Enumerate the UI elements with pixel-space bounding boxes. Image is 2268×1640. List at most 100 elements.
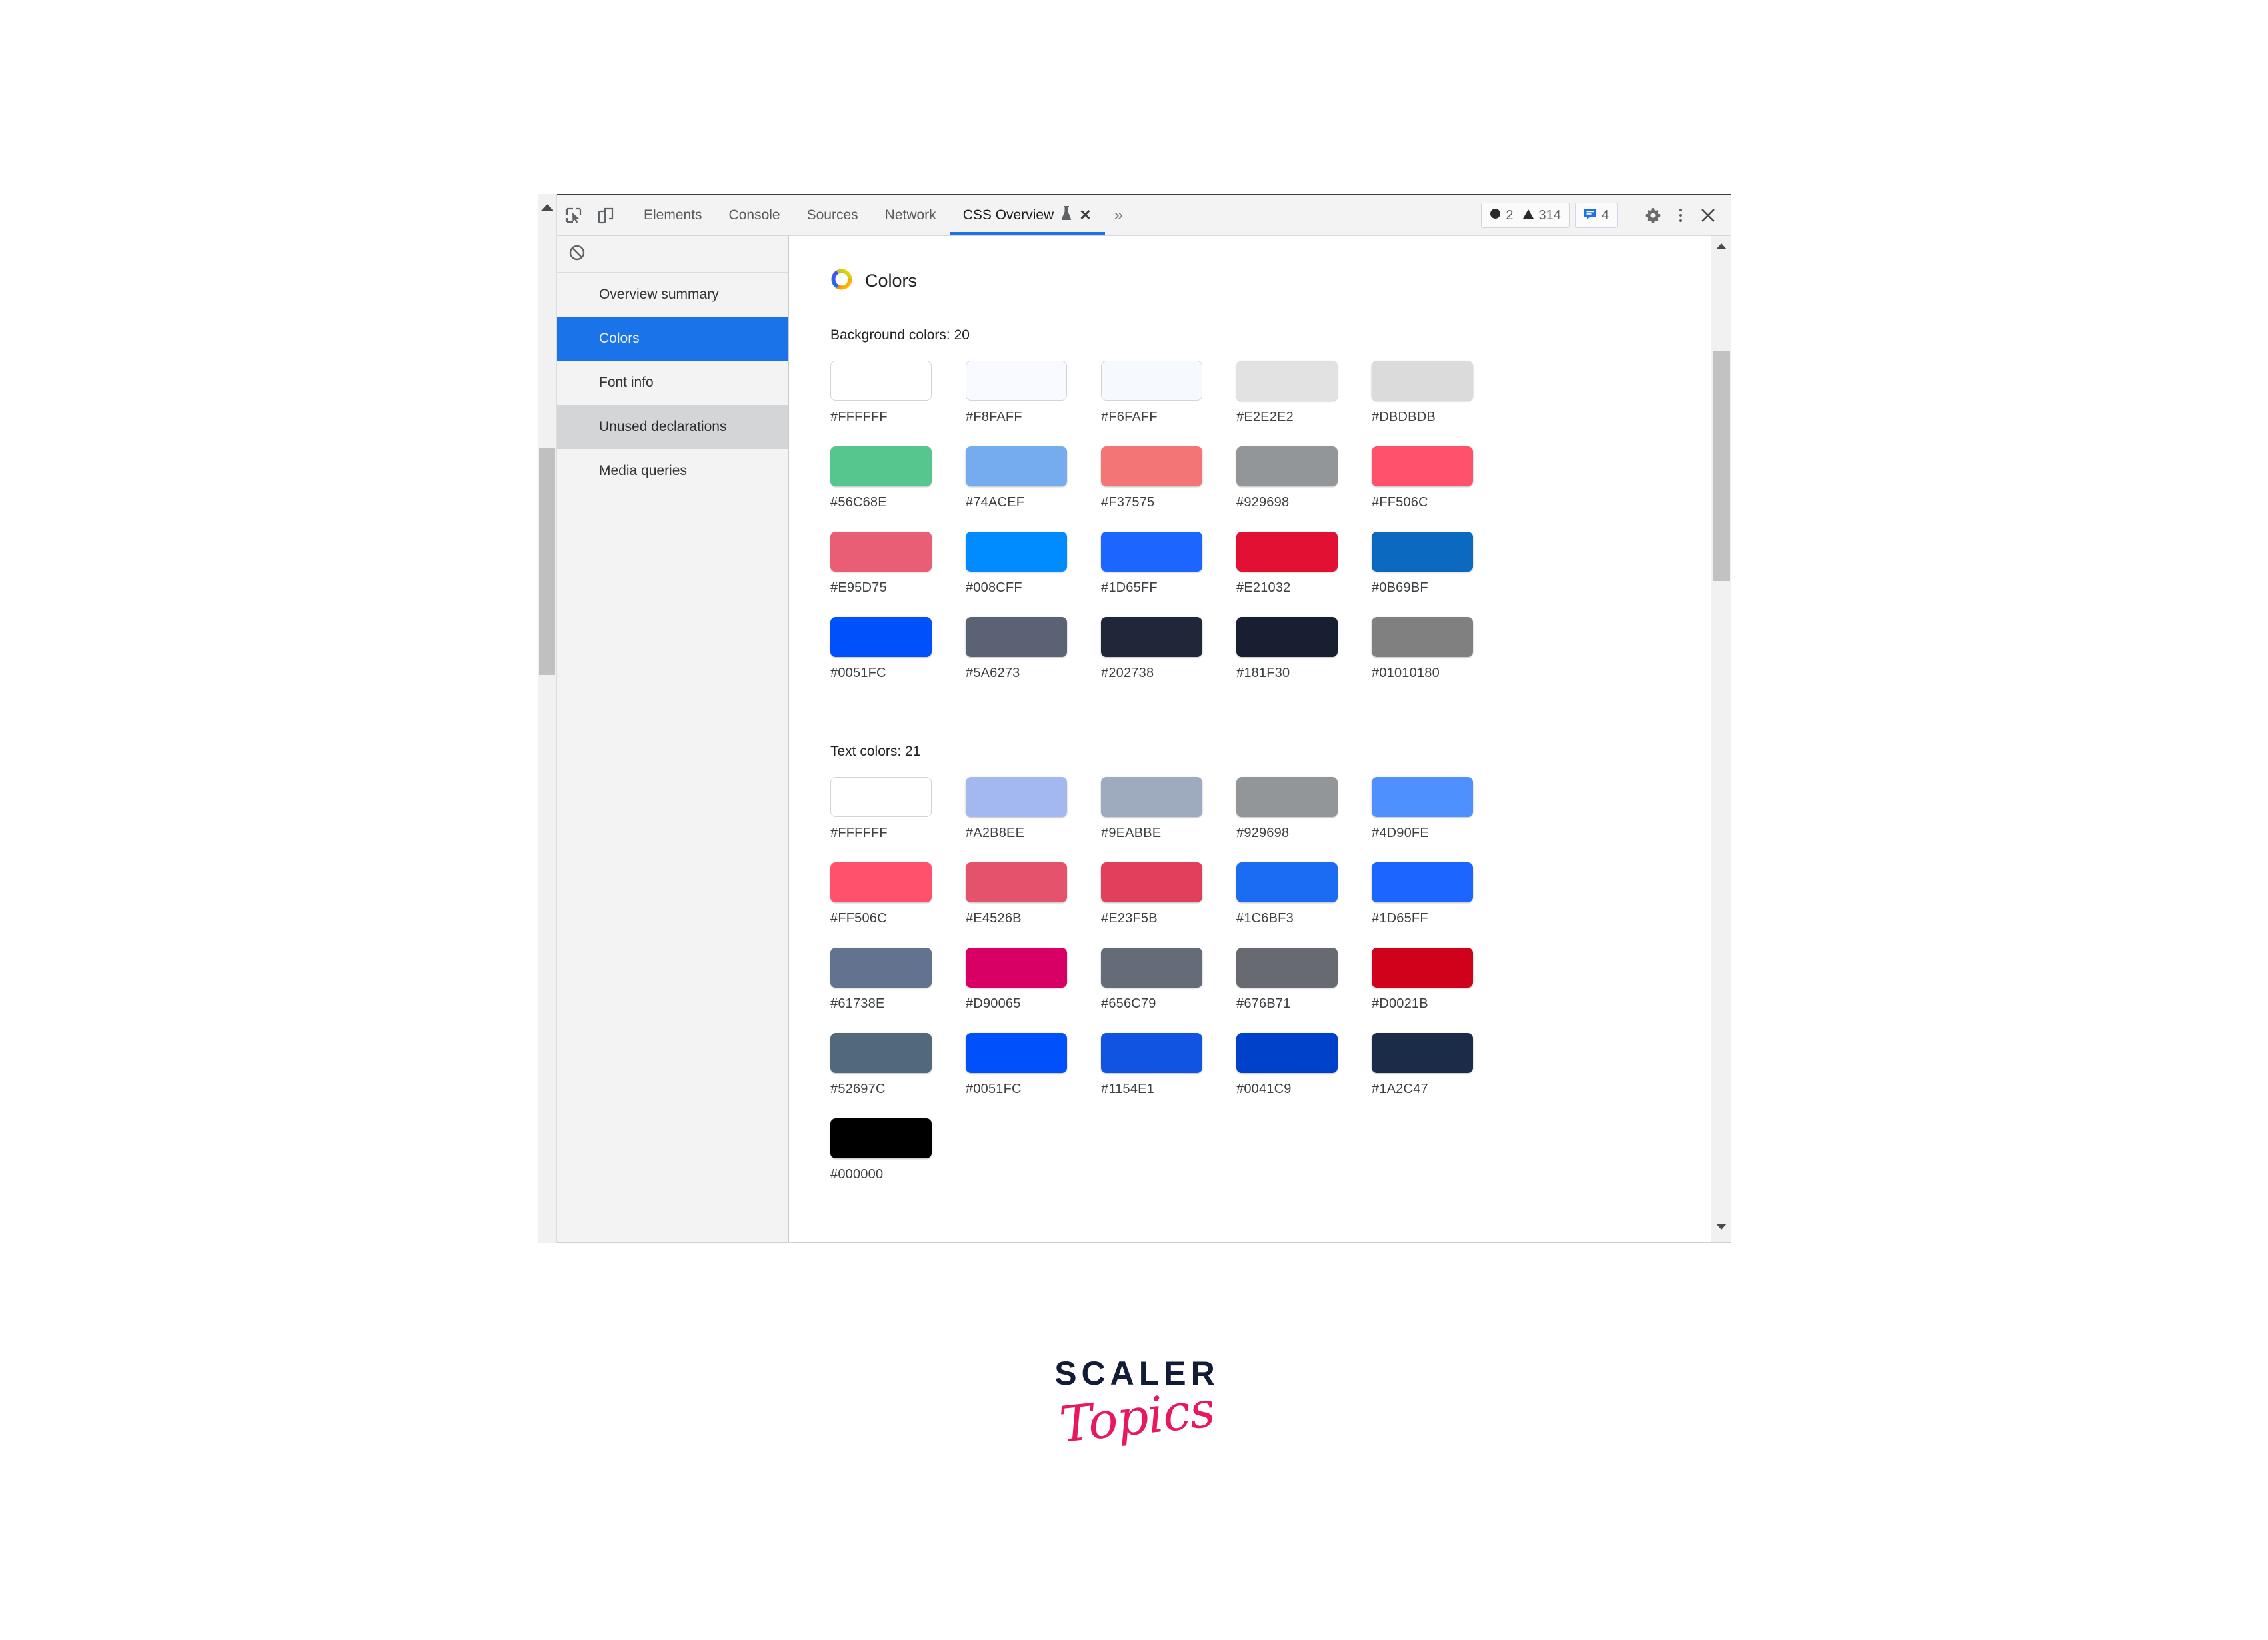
scroll-up-arrow-icon[interactable]	[538, 199, 557, 215]
color-swatch-label: #0051FC	[966, 1082, 1022, 1096]
color-swatch[interactable]	[1372, 617, 1473, 657]
tab-css-overview[interactable]: CSS Overview ✕	[949, 195, 1105, 235]
sidebar-item-media-queries[interactable]: Media queries	[557, 449, 788, 493]
info-counter[interactable]: 4	[1574, 203, 1618, 228]
inspect-element-icon[interactable]	[557, 195, 590, 235]
color-swatch[interactable]	[966, 1033, 1067, 1073]
page-scrollbar[interactable]	[538, 194, 557, 1243]
colors-panel: Colors Background colors: 20 #FFFFFF #F8F…	[789, 236, 1711, 1242]
sidebar-item-font-info[interactable]: Font info	[557, 361, 788, 405]
color-swatch[interactable]	[1236, 948, 1338, 988]
clear-overview-icon[interactable]	[568, 244, 586, 265]
color-swatch-cell: #929698	[1236, 777, 1372, 841]
color-swatch[interactable]	[966, 948, 1067, 988]
content-wrap: Colors Background colors: 20 #FFFFFF #F8F…	[789, 236, 1731, 1242]
color-swatch-label: #D0021B	[1372, 996, 1428, 1011]
color-swatch[interactable]	[1236, 361, 1338, 401]
color-swatch-label: #E21032	[1236, 580, 1291, 595]
color-swatch[interactable]	[1372, 446, 1473, 486]
color-swatch[interactable]	[966, 532, 1067, 572]
sidebar-item-overview-summary[interactable]: Overview summary	[557, 273, 788, 317]
color-swatch[interactable]	[1372, 532, 1473, 572]
color-swatch-cell: #DBDBDB	[1372, 361, 1507, 425]
color-swatch-cell: #E4526B	[966, 862, 1101, 926]
color-swatch-label: #01010180	[1372, 666, 1440, 680]
color-swatch[interactable]	[1236, 862, 1338, 902]
color-swatch[interactable]	[1236, 617, 1338, 657]
experiment-flask-icon	[1060, 206, 1072, 225]
color-swatch[interactable]	[1101, 446, 1202, 486]
color-swatch[interactable]	[966, 361, 1067, 401]
color-swatch-label: #E23F5B	[1101, 911, 1158, 926]
color-swatch[interactable]	[1372, 777, 1473, 817]
device-toolbar-icon[interactable]	[590, 195, 622, 235]
color-swatch-cell: #FFFFFF	[830, 361, 966, 425]
color-swatch[interactable]	[1101, 1033, 1202, 1073]
gear-icon[interactable]	[1637, 207, 1669, 224]
color-swatch-label: #0041C9	[1236, 1082, 1292, 1096]
color-swatch-cell: #929698	[1236, 446, 1372, 510]
color-swatch-cell: #0B69BF	[1372, 532, 1507, 596]
color-swatch-label: #FFFFFF	[830, 409, 888, 424]
color-swatch[interactable]	[830, 1118, 932, 1158]
color-swatch[interactable]	[830, 777, 932, 817]
color-swatch-cell: #F6FAFF	[1101, 361, 1236, 425]
color-swatch-cell: #008CFF	[966, 532, 1101, 596]
color-swatch[interactable]	[1372, 361, 1473, 401]
tab-elements[interactable]: Elements	[630, 195, 716, 235]
text-colors-label: Text colors: 21	[830, 744, 921, 759]
panel-scrollbar[interactable]	[1711, 236, 1731, 1242]
more-vertical-icon[interactable]	[1669, 207, 1692, 224]
sidebar-item-colors[interactable]: Colors	[557, 317, 788, 361]
tab-network[interactable]: Network	[872, 195, 950, 235]
page-scrollbar-thumb[interactable]	[539, 448, 555, 675]
color-swatch-label: #F37575	[1101, 495, 1155, 510]
color-swatch[interactable]	[1236, 532, 1338, 572]
color-swatch[interactable]	[1101, 777, 1202, 817]
color-swatch-cell: #F8FAFF	[966, 361, 1101, 425]
color-swatch[interactable]	[1101, 361, 1202, 401]
tab-console[interactable]: Console	[716, 195, 794, 235]
sidebar-item-unused-declarations[interactable]: Unused declarations	[557, 405, 788, 449]
close-tab-icon[interactable]: ✕	[1079, 208, 1091, 223]
issue-counters[interactable]: 2 314	[1481, 203, 1570, 228]
color-swatch-cell: #5A6273	[966, 617, 1101, 681]
color-swatch[interactable]	[1101, 532, 1202, 572]
color-swatch-label: #FF506C	[1372, 495, 1428, 510]
color-swatch[interactable]	[1372, 948, 1473, 988]
color-swatch[interactable]	[830, 361, 932, 401]
color-swatch[interactable]	[830, 1033, 932, 1073]
color-swatch-label: #1154E1	[1101, 1082, 1154, 1096]
color-swatch[interactable]	[966, 446, 1067, 486]
color-swatch-label: #1D65FF	[1372, 911, 1428, 926]
color-swatch[interactable]	[966, 862, 1067, 902]
color-swatch[interactable]	[830, 617, 932, 657]
color-swatch[interactable]	[1101, 617, 1202, 657]
color-swatch[interactable]	[830, 948, 932, 988]
color-swatch-label: #F8FAFF	[966, 409, 1022, 424]
color-swatch[interactable]	[830, 862, 932, 902]
tab-sources[interactable]: Sources	[794, 195, 872, 235]
color-swatch[interactable]	[830, 446, 932, 486]
color-swatch-label: #0051FC	[830, 666, 886, 680]
color-swatch[interactable]	[1372, 1033, 1473, 1073]
tab-overflow-icon[interactable]: »	[1105, 195, 1132, 235]
color-swatch-label: #74ACEF	[966, 495, 1025, 510]
color-swatch[interactable]	[1372, 862, 1473, 902]
color-swatch[interactable]	[966, 617, 1067, 657]
color-swatch[interactable]	[1236, 1033, 1338, 1073]
scroll-down-arrow-icon[interactable]	[1715, 1222, 1727, 1234]
color-swatch[interactable]	[830, 532, 932, 572]
color-swatch[interactable]	[1236, 446, 1338, 486]
scroll-up-arrow-icon[interactable]	[1715, 241, 1727, 253]
close-devtools-icon[interactable]	[1692, 207, 1724, 223]
color-swatch[interactable]	[966, 777, 1067, 817]
info-count: 4	[1601, 207, 1609, 223]
color-swatch[interactable]	[1236, 777, 1338, 817]
color-swatch[interactable]	[1101, 948, 1202, 988]
color-swatch[interactable]	[1101, 862, 1202, 902]
color-swatch-cell: #1154E1	[1101, 1033, 1236, 1097]
css-overview-sidebar: Overview summary Colors Font info Unused…	[557, 236, 789, 1242]
panel-scrollbar-thumb[interactable]	[1713, 351, 1730, 581]
color-swatch-label: #0B69BF	[1372, 580, 1428, 595]
